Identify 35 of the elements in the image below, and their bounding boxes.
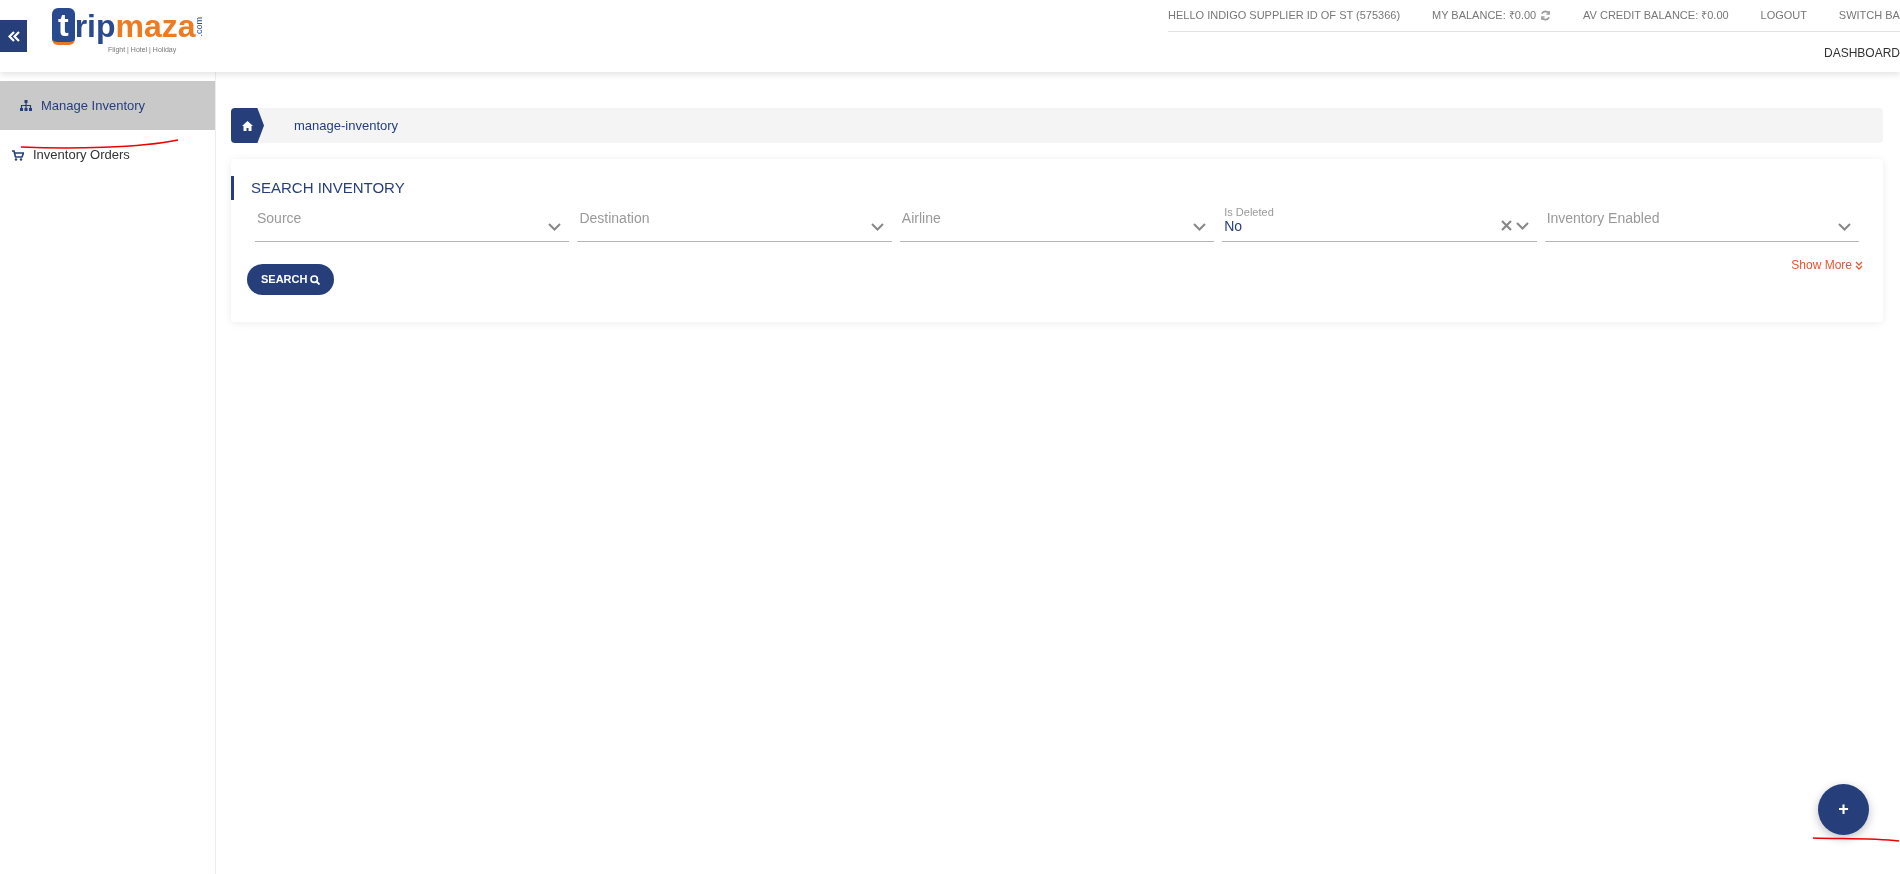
select-field[interactable]: Inventory Enabled xyxy=(1544,202,1860,242)
sidebar-item[interactable]: Manage Inventory xyxy=(0,81,215,130)
header-link[interactable]: LOGOUT xyxy=(1760,7,1807,24)
cart-icon xyxy=(12,149,24,161)
double-chevron-left-icon xyxy=(7,30,20,42)
card-title: SEARCH INVENTORY xyxy=(231,176,1859,200)
nav-link[interactable]: DASHBOARD xyxy=(1824,46,1900,60)
header-link[interactable]: AV CREDIT BALANCE: ₹0.00 xyxy=(1583,7,1729,24)
select-field[interactable]: Airline xyxy=(899,202,1215,242)
logo-wordmark: maza xyxy=(115,8,196,44)
double-chevron-down-icon xyxy=(1855,260,1863,270)
refresh-icon[interactable] xyxy=(1540,10,1552,21)
logo-wordmark: rip xyxy=(74,8,116,44)
sidebar-item[interactable]: Inventory Orders xyxy=(0,130,215,180)
select-field[interactable]: Source xyxy=(255,202,570,242)
header-link[interactable]: HELLO INDIGO SUPPLIER ID OF ST (575366) xyxy=(1168,7,1401,24)
logo-letter: t xyxy=(52,8,75,45)
chevron-down-icon xyxy=(870,223,884,231)
header-link[interactable]: MY BALANCE: ₹0.00 xyxy=(1431,7,1537,24)
select-field[interactable]: Destination xyxy=(577,202,892,242)
chevron-down-icon xyxy=(548,223,562,231)
show-more-link[interactable]: Show More xyxy=(1791,256,1863,274)
search-button[interactable]: SEARCH xyxy=(247,264,335,295)
sitemap-icon xyxy=(20,100,32,111)
clear-icon[interactable] xyxy=(1500,220,1512,231)
header-link[interactable]: SWITCH BA xyxy=(1838,7,1900,24)
chevron-down-icon xyxy=(1193,223,1207,231)
chevron-down-icon xyxy=(1838,223,1852,231)
home-button[interactable] xyxy=(231,108,264,143)
home-icon xyxy=(242,120,253,131)
search-icon xyxy=(310,274,321,285)
breadcrumb-item[interactable]: manage-inventory xyxy=(294,115,399,136)
select-field[interactable]: Is Deleted No xyxy=(1222,202,1537,242)
chevron-down-icon xyxy=(1515,221,1529,230)
collapse-sidebar-button[interactable] xyxy=(0,20,27,52)
